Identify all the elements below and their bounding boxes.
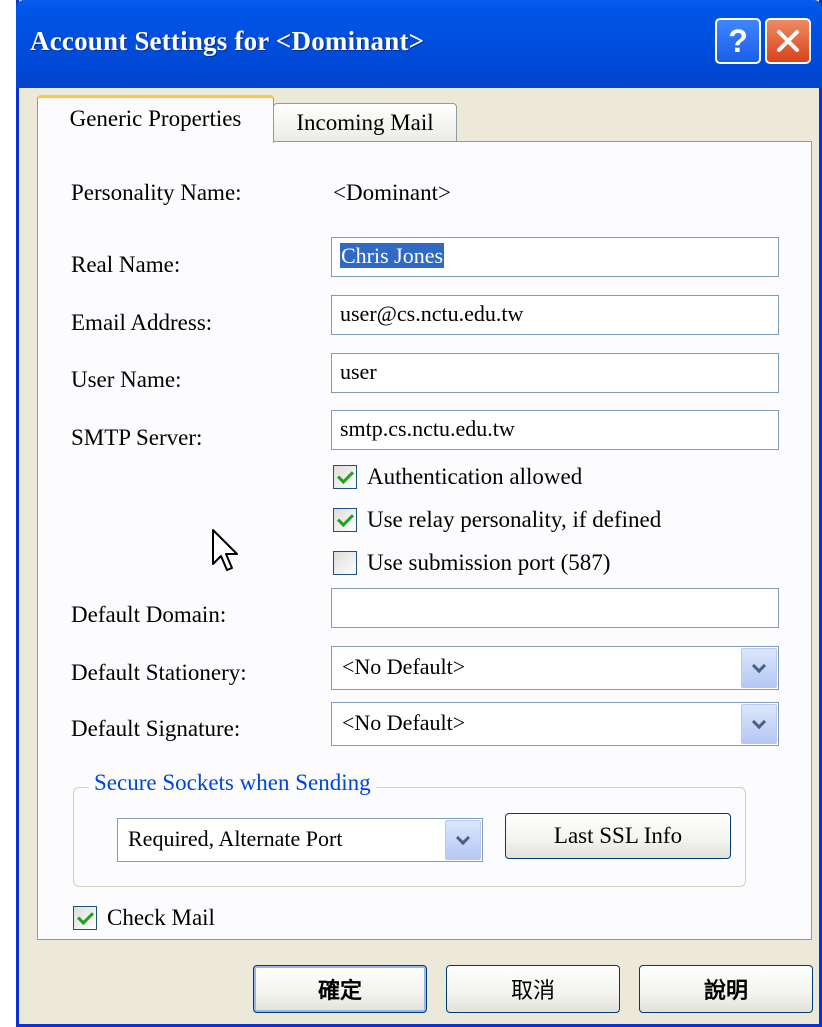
personality-name-label: Personality Name:	[71, 180, 242, 205]
window-title: Account Settings for <Dominant>	[30, 26, 425, 56]
relay-personality-checkbox[interactable]: Use relay personality, if defined	[333, 507, 661, 533]
cancel-button[interactable]: 取消	[446, 965, 620, 1013]
email-address-label: Email Address:	[71, 310, 213, 335]
default-domain-label: Default Domain:	[71, 602, 227, 627]
chevron-down-icon	[455, 830, 471, 846]
dropdown-button[interactable]	[741, 648, 777, 688]
relay-personality-label: Use relay personality, if defined	[367, 507, 662, 532]
submission-port-checkbox[interactable]: Use submission port (587)	[333, 550, 610, 576]
dropdown-button[interactable]	[741, 704, 777, 744]
chevron-down-icon	[751, 714, 767, 730]
checkmark-icon	[73, 906, 97, 930]
help-title-button[interactable]: ?	[715, 18, 761, 64]
title-bar[interactable]: Account Settings for <Dominant> ?	[16, 0, 822, 88]
default-stationery-select[interactable]: <No Default>	[331, 646, 779, 690]
default-signature-select[interactable]: <No Default>	[331, 702, 779, 746]
secure-sockets-group-title: Secure Sockets when Sending	[89, 770, 376, 796]
question-icon: ?	[728, 22, 748, 59]
authentication-label: Authentication allowed	[367, 464, 583, 489]
help-label: 說明	[703, 979, 748, 1004]
last-ssl-info-label: Last SSL Info	[553, 823, 683, 848]
user-name-label: User Name:	[71, 367, 182, 392]
real-name-value: Chris Jones	[340, 243, 445, 268]
authentication-checkbox[interactable]: Authentication allowed	[333, 464, 582, 490]
close-button[interactable]	[765, 18, 811, 64]
real-name-label: Real Name:	[71, 252, 181, 277]
real-name-input[interactable]: Chris Jones	[331, 237, 779, 277]
cancel-label: 取消	[510, 979, 555, 1004]
personality-name-value: <Dominant>	[333, 180, 451, 205]
submission-port-label: Use submission port (587)	[367, 550, 611, 575]
last-ssl-info-button[interactable]: Last SSL Info	[505, 813, 731, 859]
ok-label: 確定	[317, 979, 362, 1004]
mouse-pointer-icon	[212, 529, 238, 571]
smtp-server-input[interactable]: smtp.cs.nctu.edu.tw	[331, 410, 779, 450]
dialog-window: Account Settings for <Dominant> ? Generi…	[16, 0, 822, 1027]
ok-button[interactable]: 確定	[253, 965, 427, 1013]
default-signature-label: Default Signature:	[71, 716, 241, 741]
smtp-server-label: SMTP Server:	[71, 425, 203, 450]
default-stationery-label: Default Stationery:	[71, 660, 247, 685]
email-address-input[interactable]: user@cs.nctu.edu.tw	[331, 295, 779, 335]
check-mail-checkbox[interactable]: Check Mail	[73, 905, 215, 931]
close-icon	[777, 30, 799, 52]
user-name-value: user	[340, 359, 377, 384]
default-signature-value: <No Default>	[342, 710, 466, 735]
tab-generic-properties[interactable]: Generic Properties	[37, 95, 274, 143]
checkbox-box-icon	[333, 551, 357, 575]
user-name-input[interactable]: user	[331, 353, 779, 393]
check-mail-label: Check Mail	[107, 905, 215, 930]
secure-sockets-value: Required, Alternate Port	[128, 826, 343, 851]
tab-label: Generic Properties	[69, 105, 242, 131]
checkmark-icon	[333, 508, 357, 532]
default-stationery-value: <No Default>	[342, 654, 466, 679]
dropdown-button[interactable]	[445, 820, 481, 860]
checkmark-icon	[333, 465, 357, 489]
chevron-down-icon	[751, 658, 767, 674]
help-button[interactable]: 說明	[639, 965, 813, 1013]
smtp-server-value: smtp.cs.nctu.edu.tw	[340, 416, 515, 441]
email-address-value: user@cs.nctu.edu.tw	[340, 301, 524, 326]
tab-incoming-mail[interactable]: Incoming Mail	[273, 103, 457, 141]
tab-label: Incoming Mail	[296, 109, 434, 135]
default-domain-input[interactable]	[331, 588, 779, 628]
secure-sockets-select[interactable]: Required, Alternate Port	[117, 818, 483, 862]
